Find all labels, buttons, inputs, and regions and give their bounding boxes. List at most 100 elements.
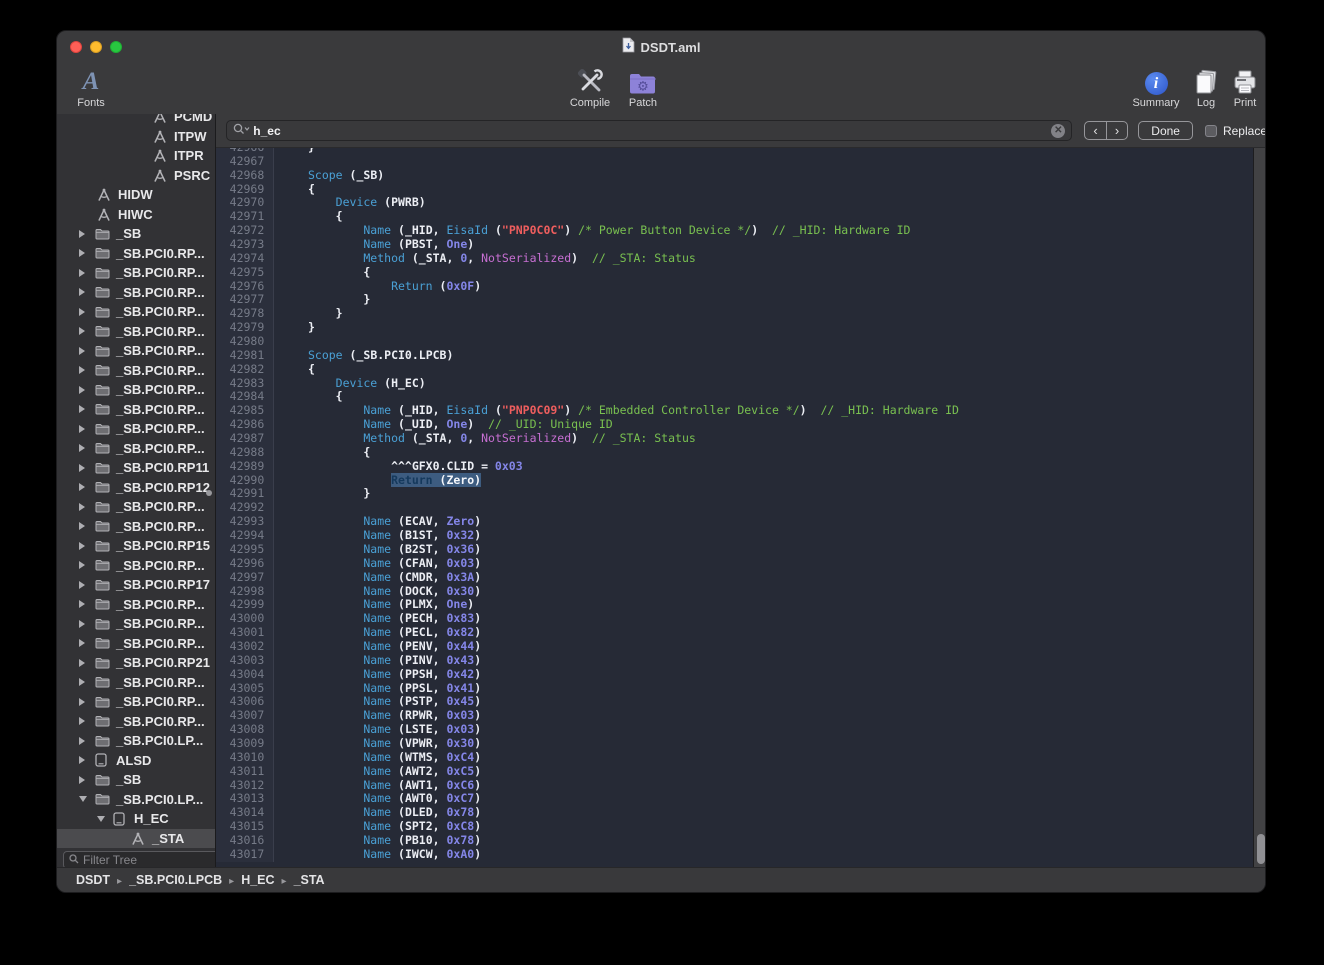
disclosure-right-icon[interactable] (79, 756, 85, 764)
tree-item-hidw[interactable]: HIDW (57, 185, 215, 205)
code-line[interactable]: 42979 } (216, 321, 1253, 335)
code-line[interactable]: 42994 Name (B1ST, 0x32) (216, 529, 1253, 543)
breadcrumb-item[interactable]: DSDT (76, 873, 110, 887)
print-button[interactable]: Print (1223, 67, 1266, 109)
code-line[interactable]: 43008 Name (LSTE, 0x03) (216, 723, 1253, 737)
disclosure-right-icon[interactable] (79, 288, 85, 296)
tree-item-_sb-pci0-rp-[interactable]: _SB.PCI0.RP... (57, 634, 215, 654)
code-scrollbar-thumb[interactable] (1257, 834, 1265, 864)
code-line[interactable]: 43016 Name (PB10, 0x78) (216, 834, 1253, 848)
disclosure-right-icon[interactable] (79, 698, 85, 706)
disclosure-right-icon[interactable] (79, 366, 85, 374)
tree-item-_sb-pci0-rp-[interactable]: _SB.PCI0.RP... (57, 692, 215, 712)
tree-item-hiwc[interactable]: HIWC (57, 205, 215, 225)
disclosure-down-icon[interactable] (79, 796, 87, 802)
tree-item-_sb-pci0-rp-[interactable]: _SB.PCI0.RP... (57, 322, 215, 342)
tree-item-_sb-pci0-rp-[interactable]: _SB.PCI0.RP... (57, 302, 215, 322)
code-line[interactable]: 42985 Name (_HID, EisaId ("PNP0C09") /* … (216, 404, 1253, 418)
disclosure-right-icon[interactable] (79, 600, 85, 608)
tree-item-_sb-pci0-lp-[interactable]: _SB.PCI0.LP... (57, 790, 215, 810)
log-button[interactable]: Log (1186, 67, 1226, 109)
tree-item-_sb-pci0-rp-[interactable]: _SB.PCI0.RP... (57, 244, 215, 264)
code-line[interactable]: 42993 Name (ECAV, Zero) (216, 515, 1253, 529)
code-line[interactable]: 42975 { (216, 266, 1253, 280)
disclosure-right-icon[interactable] (79, 308, 85, 316)
breadcrumb-item[interactable]: _SB.PCI0.LPCB (129, 873, 222, 887)
code-line[interactable]: 42981 Scope (_SB.PCI0.LPCB) (216, 349, 1253, 363)
disclosure-right-icon[interactable] (79, 503, 85, 511)
tree-item-_sb-pci0-lp-[interactable]: _SB.PCI0.LP... (57, 731, 215, 751)
tree-item-_sb-pci0-rp11[interactable]: _SB.PCI0.RP11 (57, 458, 215, 478)
code-line[interactable]: 42968 Scope (_SB) (216, 169, 1253, 183)
disclosure-right-icon[interactable] (79, 659, 85, 667)
code-line[interactable]: 42997 Name (CMDR, 0x3A) (216, 571, 1253, 585)
tree-item-_sb-pci0-rp-[interactable]: _SB.PCI0.RP... (57, 419, 215, 439)
disclosure-right-icon[interactable] (79, 678, 85, 686)
disclosure-right-icon[interactable] (79, 386, 85, 394)
tree-item-_sb[interactable]: _SB (57, 224, 215, 244)
tree-item-_sb-pci0-rp-[interactable]: _SB.PCI0.RP... (57, 497, 215, 517)
disclosure-right-icon[interactable] (79, 327, 85, 335)
code-line[interactable]: 42996 Name (CFAN, 0x03) (216, 557, 1253, 571)
disclosure-right-icon[interactable] (79, 347, 85, 355)
tree-item-alsd[interactable]: ALSD (57, 751, 215, 771)
code-line[interactable]: 43013 Name (AWT0, 0xC7) (216, 792, 1253, 806)
code-line[interactable]: 43010 Name (WTMS, 0xC4) (216, 751, 1253, 765)
tree-item-_sb-pci0-rp21[interactable]: _SB.PCI0.RP21 (57, 653, 215, 673)
code-line[interactable]: 43005 Name (PPSL, 0x41) (216, 682, 1253, 696)
code-line[interactable]: 42980 (216, 335, 1253, 349)
disclosure-right-icon[interactable] (79, 249, 85, 257)
code-line[interactable]: 43006 Name (PSTP, 0x45) (216, 695, 1253, 709)
disclosure-right-icon[interactable] (79, 483, 85, 491)
disclosure-right-icon[interactable] (79, 737, 85, 745)
code-line[interactable]: 42992 (216, 501, 1253, 515)
tree-item-_sb-pci0-rp-[interactable]: _SB.PCI0.RP... (57, 341, 215, 361)
code-line[interactable]: 42999 Name (PLMX, One) (216, 598, 1253, 612)
code-line[interactable]: 42987 Method (_STA, 0, NotSerialized) //… (216, 432, 1253, 446)
code-line[interactable]: 42989 ^^^GFX0.CLID = 0x03 (216, 460, 1253, 474)
disclosure-down-icon[interactable] (97, 816, 105, 822)
disclosure-right-icon[interactable] (79, 522, 85, 530)
tree-item-_sb-pci0-rp-[interactable]: _SB.PCI0.RP... (57, 263, 215, 283)
code-line[interactable]: 42982 { (216, 363, 1253, 377)
code-line[interactable]: 42991 } (216, 487, 1253, 501)
code-scrollbar-track[interactable] (1253, 148, 1266, 869)
disclosure-right-icon[interactable] (79, 425, 85, 433)
tree-item-_sb-pci0-rp-[interactable]: _SB.PCI0.RP... (57, 556, 215, 576)
code-line[interactable]: 43002 Name (PENV, 0x44) (216, 640, 1253, 654)
clear-search-icon[interactable]: ✕ (1051, 124, 1065, 138)
breadcrumb-item[interactable]: _STA (294, 873, 325, 887)
code-line[interactable]: 42974 Method (_STA, 0, NotSerialized) //… (216, 252, 1253, 266)
disclosure-right-icon[interactable] (79, 405, 85, 413)
code-line[interactable]: 42986 Name (_UID, One) // _UID: Unique I… (216, 418, 1253, 432)
code-line[interactable]: 43007 Name (RPWR, 0x03) (216, 709, 1253, 723)
code-line[interactable]: 43003 Name (PINV, 0x43) (216, 654, 1253, 668)
code-line[interactable]: 43000 Name (PECH, 0x83) (216, 612, 1253, 626)
code-line[interactable]: 42967 (216, 155, 1253, 169)
breadcrumb-item[interactable]: H_EC (241, 873, 274, 887)
disclosure-right-icon[interactable] (79, 776, 85, 784)
disclosure-right-icon[interactable] (79, 444, 85, 452)
tree-item-_sb-pci0-rp-[interactable]: _SB.PCI0.RP... (57, 400, 215, 420)
code-line[interactable]: 43014 Name (DLED, 0x78) (216, 806, 1253, 820)
code-line[interactable]: 42976 Return (0x0F) (216, 280, 1253, 294)
disclosure-right-icon[interactable] (79, 542, 85, 550)
tree-item-pcmd[interactable]: PCMD (57, 114, 215, 127)
code-line[interactable]: 43011 Name (AWT2, 0xC5) (216, 765, 1253, 779)
code-line[interactable]: 43004 Name (PPSH, 0x42) (216, 668, 1253, 682)
tree-item-_sta[interactable]: _STA (57, 829, 215, 849)
disclosure-right-icon[interactable] (79, 717, 85, 725)
disclosure-right-icon[interactable] (79, 581, 85, 589)
summary-button[interactable]: i Summary (1125, 67, 1187, 109)
fonts-button[interactable]: A Fonts (69, 67, 113, 109)
code-line[interactable]: 42972 Name (_HID, EisaId ("PNP0C0C") /* … (216, 224, 1253, 238)
code-line[interactable]: 43015 Name (SPT2, 0xC8) (216, 820, 1253, 834)
code-line[interactable]: 42966 } (216, 148, 1253, 155)
tree-item-_sb-pci0-rp12[interactable]: _SB.PCI0.RP12 (57, 478, 215, 498)
patch-button[interactable]: ⚙ Patch (620, 67, 666, 109)
search-scope-icon[interactable] (233, 122, 250, 140)
code-line[interactable]: 42984 { (216, 390, 1253, 404)
tree-item-psrc[interactable]: PSRC (57, 166, 215, 186)
tree-item-_sb-pci0-rp-[interactable]: _SB.PCI0.RP... (57, 595, 215, 615)
tree-item-_sb-pci0-rp-[interactable]: _SB.PCI0.RP... (57, 380, 215, 400)
